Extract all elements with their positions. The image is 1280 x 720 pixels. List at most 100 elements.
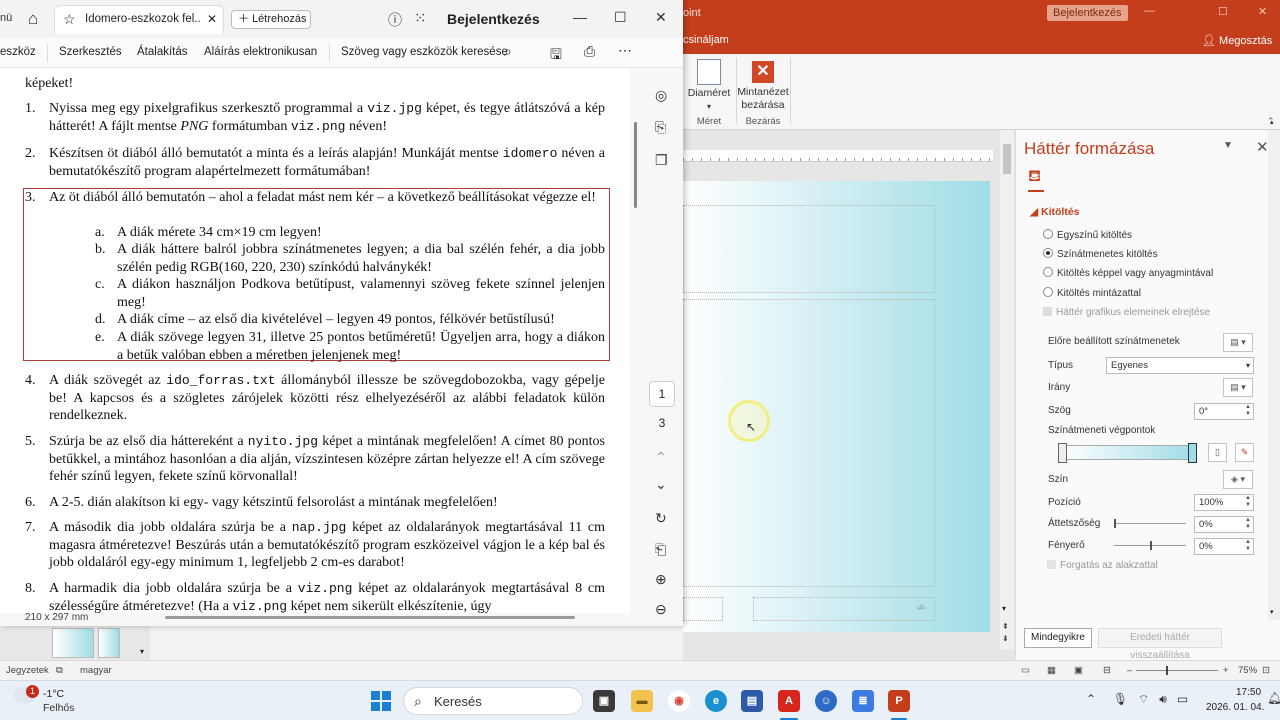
radio-button[interactable] (1043, 229, 1053, 239)
ppt-maximize-icon[interactable]: ☐ (1218, 5, 1228, 18)
type-select[interactable]: Egyenes ▾ (1106, 357, 1254, 374)
transparency-input[interactable]: 0% ▲ ▼ (1194, 516, 1254, 533)
scroll-down-icon[interactable]: ▾ (1002, 604, 1006, 613)
slider-knob[interactable] (1150, 541, 1152, 550)
pane-options-icon[interactable]: ▼ (1223, 140, 1233, 151)
store-icon[interactable]: ▤ (741, 690, 763, 712)
maximize-icon[interactable]: ☐ (614, 9, 627, 26)
document-tab[interactable]: ☆ Idomero-eszkozok fel... ✕ (54, 5, 224, 34)
reset-background-button[interactable]: Eredeti háttér visszaállítása (1098, 628, 1222, 661)
radio-solid-fill[interactable]: Egyszínű kitöltés (1043, 229, 1132, 241)
home-icon[interactable]: ⌂ (28, 9, 38, 29)
current-page-input[interactable]: 1 (649, 381, 675, 407)
gradient-stops-slider[interactable] (1058, 443, 1197, 463)
gradient-stop-left[interactable] (1058, 443, 1067, 463)
save-icon[interactable]: 🖫︎ (550, 44, 562, 68)
clock-date[interactable]: 2026. 01. 04. (1206, 702, 1264, 713)
date-placeholder[interactable] (683, 597, 723, 621)
close-window-icon[interactable]: ✕ (655, 9, 667, 26)
content-placeholder[interactable] (683, 299, 935, 587)
slider-knob[interactable] (1114, 519, 1116, 528)
esign-menu[interactable]: Aláírás elektronikusan (204, 46, 317, 58)
microphone-icon[interactable]: 🎙︎ (1113, 692, 1128, 706)
search-tools-field[interactable]: Szöveg vagy eszközök keresése (341, 46, 508, 58)
print-icon[interactable]: ⎙ (584, 43, 595, 60)
powerpoint-icon[interactable]: P (888, 690, 910, 712)
close-icon[interactable]: ✕ (1256, 138, 1269, 156)
chrome-icon[interactable]: ◉ (668, 690, 690, 712)
spinner-icon[interactable]: ▲ ▼ (1245, 404, 1251, 418)
pane-scrollbar[interactable]: ▴ ▾ (1268, 119, 1280, 620)
slide-size-icon[interactable] (697, 59, 721, 85)
spinner-icon[interactable]: ▲ ▼ (1245, 495, 1251, 509)
notifications-icon[interactable]: 🔔︎ (1267, 691, 1280, 705)
slide-sorter-icon[interactable]: ▦ (1047, 665, 1056, 676)
ppt-close-icon[interactable]: ✕ (1258, 5, 1267, 18)
more-options-icon[interactable]: ⋯ (618, 42, 632, 59)
edge-icon[interactable]: e (705, 690, 727, 712)
angle-input[interactable]: 0° ▲ ▼ (1194, 403, 1254, 420)
direction-dropdown[interactable]: ▤ ▾ (1223, 378, 1253, 397)
app-icon[interactable]: ☺ (815, 690, 837, 712)
close-tab-icon[interactable]: ✕ (207, 12, 217, 26)
zoom-out-icon[interactable]: ⊖ (655, 601, 667, 618)
zoom-in-icon[interactable]: ⊕ (655, 571, 667, 588)
scroll-up-icon[interactable]: ▴ (1270, 118, 1274, 126)
slide-vertical-scrollbar[interactable]: ▾ ⇞ ⇟ (1000, 130, 1014, 650)
refresh-icon[interactable]: ↻ (655, 510, 667, 527)
radio-picture-fill[interactable]: Kitöltés képpel vagy anyagmintával (1043, 267, 1213, 279)
fit-slide-icon[interactable]: ⊡ (1262, 665, 1270, 676)
radio-gradient-fill[interactable]: Színátmenetes kitöltés (1043, 248, 1158, 260)
gradient-stop-right[interactable] (1188, 443, 1197, 463)
notepad-icon[interactable]: ≣ (852, 690, 874, 712)
apps-grid-icon[interactable]: ⁙ (414, 9, 427, 27)
zoom-slider[interactable] (1136, 670, 1218, 671)
chevron-up-icon[interactable]: ⌃ (1086, 692, 1096, 706)
zoom-slider-knob[interactable] (1166, 666, 1168, 675)
pages-icon[interactable]: ❐ (655, 152, 668, 169)
file-explorer-icon[interactable]: ▬ (631, 690, 653, 712)
brightness-input[interactable]: 0% ▲ ▼ (1194, 538, 1254, 555)
reading-view-icon[interactable]: ▣ (1074, 665, 1083, 676)
wifi-icon[interactable]: ⌔ (1138, 692, 1149, 706)
minimize-icon[interactable]: — (573, 9, 587, 25)
accessibility-icon[interactable]: ⧉ (56, 665, 63, 676)
pdf-horizontal-scrollbar[interactable] (165, 616, 575, 619)
ppt-tell-me-tab[interactable]: csináljam (683, 34, 729, 46)
bookmark-icon[interactable]: ⎘ (655, 119, 666, 136)
zoom-out-icon[interactable]: – (1127, 665, 1132, 676)
checkbox[interactable] (1043, 307, 1052, 316)
chevron-down-icon[interactable]: ▾ (683, 100, 735, 113)
volume-icon[interactable]: 🔊︎ (1159, 692, 1167, 706)
radio-button[interactable] (1043, 267, 1053, 277)
star-icon[interactable]: ☆ (63, 11, 76, 28)
zoom-in-icon[interactable]: + (1223, 665, 1229, 676)
close-master-view-icon[interactable]: ✕ (752, 61, 774, 83)
scrollbar-thumb[interactable] (1003, 144, 1011, 174)
pdf-document-page[interactable]: képeket! 1. Nyissa meg egy pixelgrafikus… (0, 68, 630, 613)
checkbox[interactable] (1047, 560, 1056, 569)
ppt-minimize-icon[interactable]: — (1144, 5, 1155, 17)
zoom-level[interactable]: 75% (1238, 665, 1257, 676)
prev-slide-icon[interactable]: ⇞ (1002, 622, 1009, 631)
radio-button-selected[interactable] (1043, 248, 1053, 258)
help-icon[interactable]: ⓘ (388, 10, 402, 30)
slide-thumbnail[interactable] (52, 628, 94, 658)
transparency-slider[interactable] (1114, 519, 1186, 528)
title-placeholder[interactable] (683, 205, 935, 293)
page-fit-icon[interactable]: ⎗ (655, 541, 666, 558)
language-indicator[interactable]: magyar (80, 665, 112, 676)
slideshow-icon[interactable]: ⊟ (1103, 665, 1111, 676)
all-tools-menu[interactable]: eszköz (0, 46, 36, 58)
chevron-down-icon[interactable]: ⌄ (655, 476, 667, 493)
battery-icon[interactable]: ▭ (1177, 692, 1188, 706)
radio-pattern-fill[interactable]: Kitöltés mintázattal (1043, 287, 1141, 299)
ppt-share-button[interactable]: 👤︎ Megosztás (1202, 34, 1272, 47)
spinner-icon[interactable]: ▲ ▼ (1245, 539, 1251, 553)
menu-fragment[interactable]: nü (0, 12, 12, 24)
close-master-view-label-1[interactable]: Mintanézet (737, 86, 789, 99)
next-slide-icon[interactable]: ⇟ (1002, 634, 1009, 643)
taskbar-search[interactable]: ⌕ Keresés (403, 687, 583, 715)
chevron-up-icon[interactable]: ⌃ (655, 449, 667, 466)
pdf-vertical-scrollbar[interactable] (634, 122, 637, 208)
